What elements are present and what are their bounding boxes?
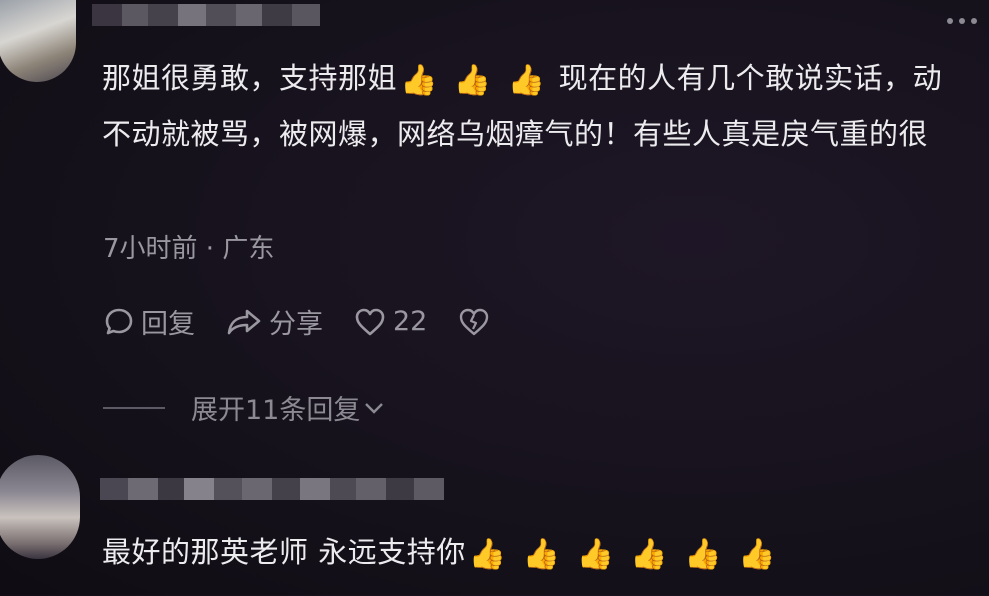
more-options-button[interactable] xyxy=(947,18,977,24)
comment-text: 那姐很勇敢，支持那姐 👍 👍 👍 现在的人有几个敢说实话，动不动就被骂，被网爆，网络乌烟… xyxy=(102,50,962,162)
expand-replies-button[interactable]: 展开11条回复 xyxy=(103,388,386,427)
avatar[interactable] xyxy=(0,455,80,559)
comment-meta: 7小时前 · 广东 xyxy=(103,234,275,264)
comment-text: 最好的那英老师 永远支持你 👍 👍 👍 👍 👍 👍 xyxy=(102,524,962,580)
like-button[interactable]: 22 xyxy=(353,306,427,338)
more-dots-icon xyxy=(947,18,953,24)
comment-actions: 回复 分享 22 xyxy=(103,302,521,341)
thumbs-up-icon: 👍 xyxy=(522,537,561,572)
partial-text-row xyxy=(110,584,300,596)
heart-icon xyxy=(355,308,385,335)
like-count: 22 xyxy=(393,306,428,337)
thumbs-up-icon: 👍 xyxy=(630,537,669,572)
share-label: 分享 xyxy=(269,309,323,340)
comment-text-segment: 那姐很勇敢，支持那姐 xyxy=(102,61,398,95)
reply-label: 回复 xyxy=(141,309,195,340)
divider xyxy=(103,406,165,409)
thumbs-up-icon: 👍 xyxy=(468,537,507,572)
avatar[interactable] xyxy=(0,0,76,82)
thumbs-up-icon: 👍 xyxy=(684,537,723,572)
expand-replies-label: 展开11条回复 xyxy=(191,395,361,426)
comment-bubble-icon xyxy=(105,308,133,334)
username-mosaic xyxy=(100,478,444,500)
broken-heart-icon xyxy=(460,308,489,335)
thumbs-up-icon: 👍 xyxy=(453,63,492,98)
thumbs-up-icon: 👍 xyxy=(400,63,438,98)
thumbs-up-icon: 👍 xyxy=(507,63,546,98)
share-button[interactable]: 分享 xyxy=(225,302,323,341)
share-arrow-icon xyxy=(227,309,261,334)
username-mosaic xyxy=(92,4,320,26)
thumbs-up-icon: 👍 xyxy=(738,537,776,572)
comment-text-segment: 最好的那英老师 永远支持你 xyxy=(102,535,466,569)
reply-button[interactable]: 回复 xyxy=(103,302,195,341)
thumbs-up-icon: 👍 xyxy=(576,537,615,572)
dislike-button[interactable] xyxy=(457,306,491,338)
chevron-down-icon xyxy=(365,402,384,414)
